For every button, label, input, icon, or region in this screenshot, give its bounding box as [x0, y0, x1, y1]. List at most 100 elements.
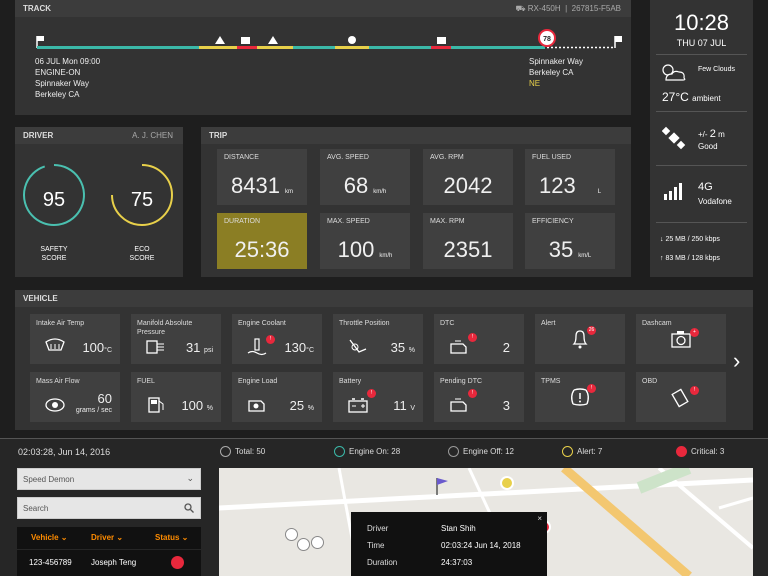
avg-rpm-value: 2042: [443, 173, 493, 198]
gps-accuracy-value: 2: [709, 128, 716, 140]
warning-icon: [268, 36, 278, 44]
driver-name: A. J. CHEN: [132, 131, 173, 140]
track-segment: [257, 46, 293, 49]
avg-speed-tile: AVG. SPEED 68 km/h: [320, 149, 410, 205]
manifold-pressure-label: Manifold Absolute Pressure: [137, 320, 193, 336]
track-end-info: Spinnaker Way Berkeley CA NE: [529, 56, 583, 89]
battery-label: Battery: [339, 378, 362, 385]
max-speed-unit: km/h: [379, 253, 393, 259]
trip-panel: TRIP DISTANCE 8431 km AVG. SPEED 68 km/h A…: [201, 127, 631, 277]
table-row[interactable]: 123-456789 Joseph Teng: [17, 550, 201, 576]
track-segment: [335, 46, 369, 49]
car-marker-icon[interactable]: [500, 476, 514, 490]
fuel-level-value: 100: [181, 398, 204, 413]
carrier: Vodafone: [698, 197, 732, 206]
vehicle-panel: VEHICLE Intake Air Temp 100°C Manifold A…: [15, 290, 753, 430]
search-placeholder: Search: [23, 504, 49, 513]
pending-dtc-label: Pending DTC: [440, 378, 483, 385]
engine-icon: [450, 398, 467, 412]
status-critical[interactable]: Critical: 3: [676, 446, 724, 457]
vehicle-title: VEHICLE: [23, 294, 58, 303]
efficiency-value: 35: [548, 237, 574, 262]
dashcam-tile[interactable]: Dashcam +: [636, 314, 726, 364]
alert-label: Alert: [541, 320, 556, 327]
car-marker-icon[interactable]: [311, 536, 324, 549]
gps-accuracy-prefix: +/-: [698, 130, 708, 139]
vehicle-table-header: Vehicle ⌄ Driver ⌄ Status ⌄: [17, 527, 201, 549]
gps-accuracy-unit: m: [718, 130, 725, 139]
track-segment: [199, 46, 237, 49]
upload-arrow-icon: ↑: [660, 255, 664, 262]
dtc-tile[interactable]: DTC ! 2: [434, 314, 524, 364]
col-status[interactable]: Status ⌄: [155, 533, 188, 542]
throttle-position-value: 35: [390, 340, 406, 355]
fleet-map[interactable]: × Driver Stan Shih Time 02:03:24 Jun 14,…: [219, 468, 753, 576]
avg-speed-label: AVG. SPEED: [327, 154, 369, 161]
engine-load-icon: [248, 400, 265, 412]
track-start-street: Spinnaker Way: [35, 79, 89, 88]
popup-time-label: Time: [367, 541, 385, 550]
avg-rpm-label: AVG. RPM: [430, 154, 464, 161]
obd-tile[interactable]: OBD !: [636, 372, 726, 422]
battery-tile[interactable]: Battery ! 11 V: [333, 372, 423, 422]
engine-coolant-unit: °C: [306, 347, 314, 354]
duration-label: DURATION: [224, 218, 261, 225]
engine-load-tile[interactable]: Engine Load 25 %: [232, 372, 322, 422]
network-type: 4G: [698, 181, 713, 193]
car-marker-icon[interactable]: [297, 538, 310, 551]
efficiency-unit: km/L: [578, 253, 592, 259]
distance-unit: km: [284, 189, 293, 195]
status-engine-off[interactable]: Engine Off: 12: [448, 446, 514, 457]
track-start-date: 06 JUL Mon 09:00: [35, 57, 101, 66]
group-select-value: Speed Demon: [23, 475, 75, 484]
group-select[interactable]: Speed Demon ⌄: [17, 468, 201, 490]
popup-time-value: 02:03:24 Jun 14, 2018: [441, 541, 521, 550]
vehicle-search-input[interactable]: Search: [17, 497, 201, 519]
manifold-pressure-tile[interactable]: Manifold Absolute Pressure 31 psi: [131, 314, 221, 364]
manifold-pressure-value: 31: [185, 340, 201, 355]
pending-dtc-tile[interactable]: Pending DTC ! 3: [434, 372, 524, 422]
engine-load-label: Engine Load: [238, 378, 278, 385]
fuel-pump-icon: [148, 397, 164, 413]
air-vent-icon: [45, 338, 65, 351]
throttle-position-unit: %: [408, 347, 415, 354]
status-engine-on[interactable]: Engine On: 28: [334, 446, 400, 457]
next-arrow-icon[interactable]: ›: [733, 348, 740, 374]
trip-title: TRIP: [209, 131, 228, 140]
battery-alert-badge: !: [367, 389, 376, 398]
eco-score-value: 75: [130, 189, 154, 211]
fuel-tile[interactable]: FUEL 100 %: [131, 372, 221, 422]
throttle-icon: [349, 339, 367, 353]
popup-driver-value: Stan Shih: [441, 524, 476, 533]
track-start-info: 06 JUL Mon 09:00 ENGINE-ON Spinnaker Way…: [35, 56, 100, 100]
track-start-event: ENGINE-ON: [35, 68, 81, 77]
car-marker-icon[interactable]: [285, 528, 298, 541]
engine-coolant-tile[interactable]: Engine Coolant ! 130°C: [232, 314, 322, 364]
col-driver[interactable]: Driver ⌄: [91, 533, 123, 542]
track-segment: [369, 46, 431, 49]
battery-value: 11: [393, 398, 407, 413]
search-icon: [184, 503, 194, 513]
status-alert[interactable]: Alert: 7: [562, 446, 602, 457]
status-total[interactable]: Total: 50: [220, 446, 265, 457]
track-segment: [237, 46, 257, 49]
track-header: TRACK ⛟ RX-450h | 267815-F5AB: [15, 0, 631, 17]
alert-tile[interactable]: Alert 26: [535, 314, 625, 364]
vehicle-model: RX-450h: [527, 4, 561, 13]
coolant-temp-icon: [247, 338, 267, 356]
vehicle-info-popup: × Driver Stan Shih Time 02:03:24 Jun 14,…: [351, 512, 547, 576]
close-icon[interactable]: ×: [537, 514, 542, 523]
throttle-position-tile[interactable]: Throttle Position 35 %: [333, 314, 423, 364]
intake-air-temp-tile[interactable]: Intake Air Temp 100°C: [30, 314, 120, 364]
tpms-badge: !: [587, 384, 596, 393]
col-vehicle[interactable]: Vehicle ⌄: [31, 533, 68, 542]
manifold-pressure-unit: psi: [204, 347, 213, 354]
track-segment: [37, 46, 199, 49]
clock-date: THU 07 JUL: [676, 38, 727, 48]
mass-air-flow-tile[interactable]: Mass Air Flow 60 grams / sec: [30, 372, 120, 422]
tpms-tile[interactable]: TPMS !: [535, 372, 625, 422]
temp-label: ambient: [692, 94, 721, 103]
fuel-used-label: FUEL USED: [532, 154, 572, 161]
gauge-icon: [348, 36, 356, 44]
intake-air-temp-value: 100: [82, 340, 105, 355]
